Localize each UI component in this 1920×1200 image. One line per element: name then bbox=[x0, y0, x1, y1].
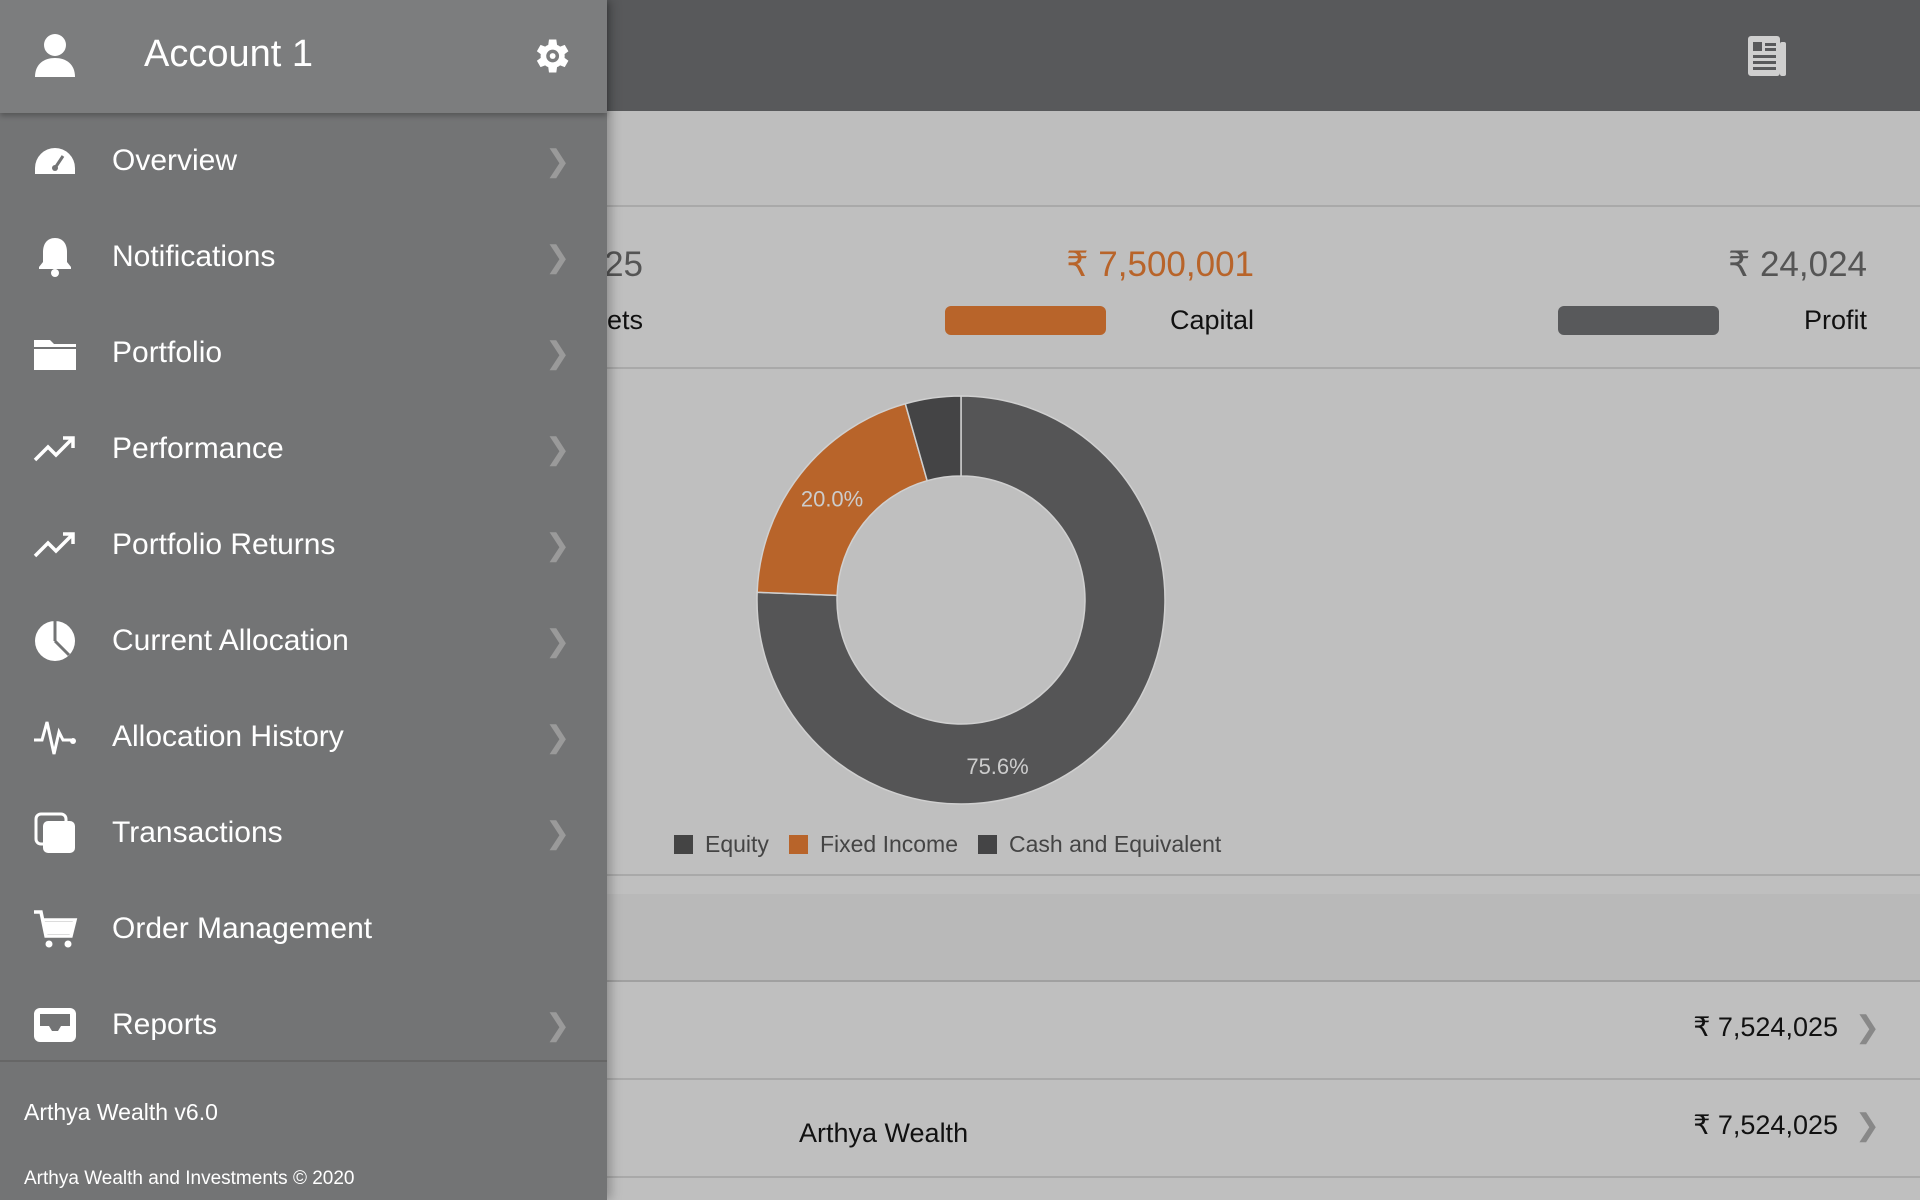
profit-value: ₹ 24,024 bbox=[1727, 245, 1867, 284]
chevron-right-icon: ❯ bbox=[545, 528, 571, 562]
sidebar-item-transactions[interactable]: Transactions ❯ bbox=[0, 785, 607, 881]
chart-legend: Equity Fixed Income Cash and Equivalent bbox=[674, 831, 1221, 858]
legend-swatch bbox=[788, 835, 808, 854]
legend-label: Equity bbox=[705, 831, 769, 857]
copyright: Arthya Wealth and Investments © 2020 bbox=[24, 1168, 355, 1189]
chevron-right-icon: ❯ bbox=[545, 816, 571, 850]
account-name[interactable]: Account 1 bbox=[144, 33, 313, 76]
profit-bar bbox=[1558, 306, 1719, 335]
sidebar-item-portfolio[interactable]: Portfolio ❯ bbox=[0, 305, 607, 401]
sidebar-item-performance[interactable]: Performance ❯ bbox=[0, 401, 607, 497]
chevron-right-icon: ❯ bbox=[545, 432, 571, 466]
dashboard-icon bbox=[35, 148, 75, 174]
chevron-right-icon: ❯ bbox=[1854, 1011, 1880, 1044]
chevron-right-icon: ❯ bbox=[1854, 1109, 1880, 1142]
trending-up-icon bbox=[33, 436, 75, 462]
sidebar-item-label: Overview bbox=[112, 144, 238, 177]
sidebar-item-label: Order Management bbox=[112, 912, 373, 945]
newspaper-icon[interactable] bbox=[1746, 34, 1788, 78]
legend-swatch bbox=[978, 835, 997, 854]
row-name: Arthya Wealth bbox=[799, 1118, 969, 1148]
sidebar-item-label: Reports bbox=[112, 1008, 218, 1041]
legend-swatch bbox=[674, 835, 693, 854]
account-header: Account 1 bbox=[0, 0, 607, 113]
sidebar-item-label: Current Allocation bbox=[112, 624, 349, 657]
donut-chart: 75.6% 20.0% bbox=[756, 395, 1166, 805]
capital-bar bbox=[945, 306, 1106, 335]
sidebar-item-current-allocation[interactable]: Current Allocation ❯ bbox=[0, 593, 607, 689]
chevron-right-icon: ❯ bbox=[545, 336, 571, 370]
bell-icon bbox=[39, 238, 71, 277]
list-item[interactable]: Arthya Wealth ₹ 7,524,025 ❯ bbox=[607, 1080, 1920, 1178]
sidebar-item-reports[interactable]: Reports ❯ bbox=[0, 977, 607, 1073]
data-label: 75.6% bbox=[966, 754, 1028, 779]
capital-label: Capital bbox=[1169, 305, 1254, 335]
capital-value: ₹ 7,500,001 bbox=[1066, 245, 1254, 284]
legend-item[interactable]: Fixed Income bbox=[788, 831, 958, 858]
folder-icon bbox=[34, 340, 76, 370]
allocation-chart: 75.6% 20.0% Equity Fixed Income Cash and Eq… bbox=[607, 371, 1920, 876]
pie-chart-icon bbox=[35, 621, 75, 661]
section-header bbox=[607, 894, 1920, 982]
legend-label: Cash and Equivalent bbox=[1009, 831, 1222, 857]
sidebar-item-label: Portfolio Returns bbox=[112, 528, 336, 561]
sidebar-item-label: Transactions bbox=[112, 816, 283, 849]
page-toolbar bbox=[607, 111, 1920, 207]
sidebar-item-overview[interactable]: Overview ❯ bbox=[0, 113, 607, 209]
sidebar-item-label: Notifications bbox=[112, 240, 276, 273]
sidebar-item-label: Performance bbox=[112, 432, 284, 465]
drawer-footer-divider bbox=[0, 1060, 607, 1062]
list-item[interactable]: ₹ 7,524,025 ❯ bbox=[607, 982, 1920, 1080]
sidebar-item-label: Portfolio bbox=[112, 336, 223, 369]
chevron-right-icon: ❯ bbox=[545, 720, 571, 754]
app-version: Arthya Wealth v6.0 bbox=[24, 1099, 218, 1125]
assets-value: 25 bbox=[604, 245, 643, 284]
trending-up-icon bbox=[33, 532, 75, 558]
legend-item[interactable]: Cash and Equivalent bbox=[978, 831, 1221, 858]
legend-label: Fixed Income bbox=[819, 831, 958, 857]
summary-panel: 25 ets ₹ 7,500,001 Capital ₹ 24,024 Prof… bbox=[604, 209, 1920, 369]
profit-label: Profit bbox=[1803, 305, 1867, 335]
row-amount: ₹ 7,524,025 bbox=[1693, 1110, 1838, 1140]
sidebar-item-label: Allocation History bbox=[112, 720, 344, 753]
data-label: 20.0% bbox=[801, 487, 863, 512]
chevron-right-icon: ❯ bbox=[545, 624, 571, 658]
gear-icon[interactable] bbox=[529, 34, 573, 78]
cart-icon bbox=[34, 910, 78, 948]
sidebar-item-allocation-history[interactable]: Allocation History ❯ bbox=[0, 689, 607, 785]
chevron-right-icon: ❯ bbox=[545, 1008, 571, 1042]
assets-label: ets bbox=[606, 305, 643, 335]
row-amount: ₹ 7,524,025 bbox=[1693, 1012, 1838, 1042]
chevron-right-icon: ❯ bbox=[545, 240, 571, 274]
sidebar-item-notifications[interactable]: Notifications ❯ bbox=[0, 209, 607, 305]
sidebar-item-portfolio-returns[interactable]: Portfolio Returns ❯ bbox=[0, 497, 607, 593]
user-icon[interactable] bbox=[34, 33, 76, 79]
inbox-icon bbox=[34, 1008, 76, 1042]
navigation-drawer: Account 1 Overview ❯ Notifications ❯ Portfol… bbox=[0, 0, 607, 1200]
chevron-right-icon: ❯ bbox=[545, 144, 571, 178]
copy-icon bbox=[34, 812, 75, 853]
pulse-icon bbox=[34, 721, 76, 755]
legend-item[interactable]: Equity bbox=[674, 831, 769, 858]
sidebar-item-order-management[interactable]: Order Management bbox=[0, 881, 607, 977]
